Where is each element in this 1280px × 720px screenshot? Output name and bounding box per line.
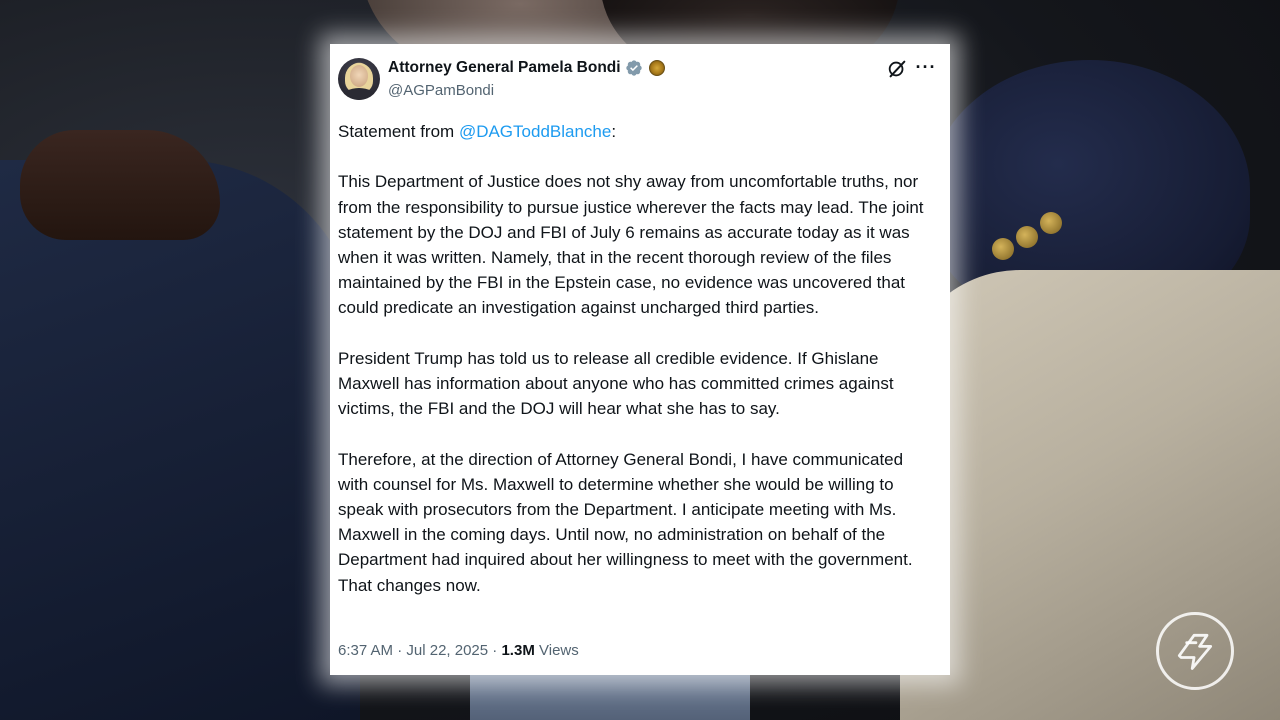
tweet-time[interactable]: 6:37 AM [338, 642, 393, 659]
author-handle[interactable]: @AGPamBondi [388, 82, 494, 99]
background-shirt [470, 670, 750, 720]
author-name-row: Attorney General Pamela Bondi [388, 59, 665, 77]
tweet-card: Attorney General Pamela Bondi @AGPamBond… [330, 44, 950, 675]
grok-icon[interactable] [886, 58, 908, 80]
jacket-button [992, 238, 1014, 260]
paragraph: Therefore, at the direction of Attorney … [338, 449, 913, 595]
background-suit [0, 160, 360, 720]
mention-link[interactable]: @DAGToddBlanche [459, 122, 611, 141]
more-icon[interactable]: ··· [914, 56, 938, 80]
verified-badge-icon[interactable] [625, 59, 643, 77]
tweet-text: Statement from @DAGToddBlanche: This Dep… [338, 119, 938, 623]
jacket-button [1040, 212, 1062, 234]
channel-logo-icon [1156, 612, 1234, 690]
tweet-date[interactable]: Jul 22, 2025 [406, 642, 488, 659]
views-label: Views [539, 642, 579, 659]
tweet-header: Attorney General Pamela Bondi @AGPamBond… [330, 44, 950, 114]
intro-prefix: Statement from [338, 122, 459, 141]
intro-suffix: : [611, 122, 617, 141]
author-display-name[interactable]: Attorney General Pamela Bondi [388, 59, 621, 77]
paragraph: President Trump has told us to release a… [338, 348, 894, 419]
meta-separator: · [492, 642, 498, 659]
tweet-meta: 6:37 AM · Jul 22, 2025 · 1.3M Views [338, 642, 579, 659]
meta-separator: · [397, 642, 403, 659]
background-arm [20, 130, 220, 240]
paragraph: This Department of Justice does not shy … [338, 172, 924, 318]
intro-line: Statement from @DAGToddBlanche: [338, 119, 938, 144]
avatar[interactable] [338, 58, 380, 100]
jacket-button [1016, 226, 1038, 248]
views-count: 1.3M [501, 642, 535, 659]
government-seal-icon [648, 60, 665, 76]
